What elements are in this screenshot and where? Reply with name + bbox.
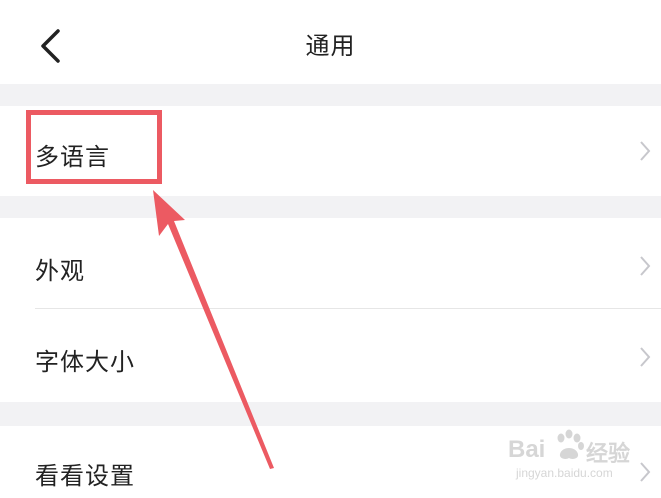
general-settings-screen: 通用 多语言 外观 字体大小 看看设置 Bai 经验 jingyan.baidu… <box>0 0 661 498</box>
section-separator <box>0 196 661 218</box>
settings-item-font-size[interactable]: 字体大小 <box>0 309 661 402</box>
settings-item-label: 多语言 <box>35 143 110 171</box>
chevron-right-icon <box>640 462 651 482</box>
section-separator <box>0 402 661 426</box>
section-separator <box>0 84 661 106</box>
chevron-right-icon <box>640 141 651 161</box>
page-title: 通用 <box>305 32 356 60</box>
chevron-right-icon <box>640 347 651 367</box>
settings-item-label: 外观 <box>35 257 85 285</box>
settings-item-appearance[interactable]: 外观 <box>0 218 661 308</box>
settings-item-label: 看看设置 <box>35 462 135 490</box>
navigation-bar: 通用 <box>0 0 661 84</box>
settings-item-label: 字体大小 <box>35 348 135 376</box>
settings-item-kankan[interactable]: 看看设置 <box>0 426 661 498</box>
chevron-right-icon <box>640 256 651 276</box>
settings-item-language[interactable]: 多语言 <box>0 106 661 196</box>
